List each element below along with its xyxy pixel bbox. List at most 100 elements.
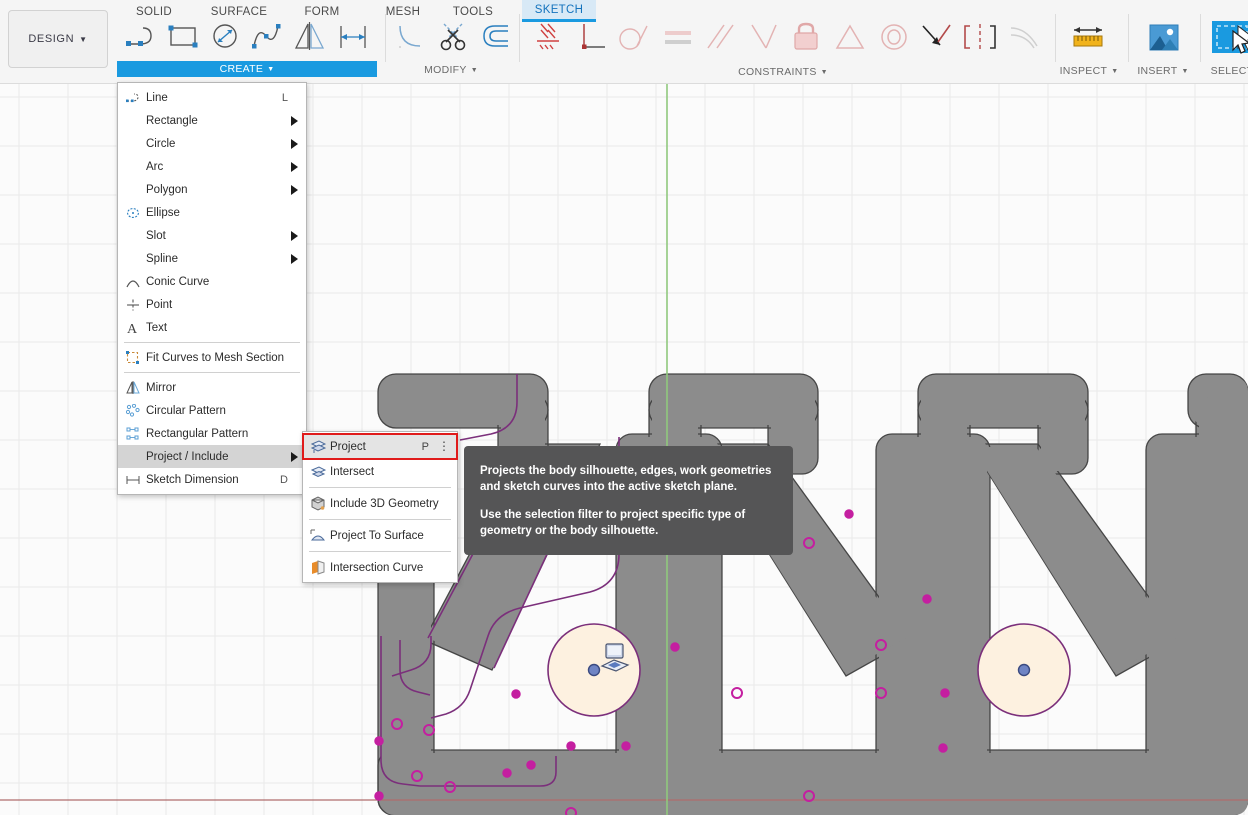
menu-item-ellipse[interactable]: Ellipse xyxy=(118,201,306,224)
menu-item-slot[interactable]: Slot xyxy=(118,224,306,247)
menu-item-spline[interactable]: Spline xyxy=(118,247,306,270)
submenu-item-project[interactable]: Project P ⋮ xyxy=(302,433,458,460)
create-dropdown-menu[interactable]: Line L Rectangle Circle Arc Polygon Elli… xyxy=(117,82,307,495)
chevron-down-icon: ▼ xyxy=(267,65,275,73)
spline-icon[interactable] xyxy=(248,18,288,56)
menu-separator xyxy=(124,372,300,373)
menu-item-label: Spline xyxy=(146,252,178,265)
panel-inspect[interactable]: INSPECT ▼ xyxy=(1055,64,1123,78)
menu-item-label: Rectangle xyxy=(146,114,198,127)
menu-item-label: Polygon xyxy=(146,183,188,196)
submenu-separator xyxy=(309,487,451,488)
menu-item-label: Rectangular Pattern xyxy=(146,427,249,440)
offset-icon[interactable] xyxy=(478,18,518,56)
menu-item-text[interactable]: A Text xyxy=(118,316,306,339)
menu-item-label: Circle xyxy=(146,137,176,150)
menu-item-point[interactable]: Point xyxy=(118,293,306,316)
intersection-curve-icon xyxy=(310,560,330,575)
panel-create[interactable]: CREATE ▼ xyxy=(117,61,377,77)
project-icon xyxy=(310,439,330,454)
sketch-dimension-icon xyxy=(126,474,146,486)
submenu-item-intersect[interactable]: Intersect xyxy=(303,459,457,484)
submenu-arrow-icon xyxy=(291,185,298,195)
submenu-separator xyxy=(309,519,451,520)
menu-item-conic-curve[interactable]: Conic Curve xyxy=(118,270,306,293)
rectangular-pattern-icon xyxy=(126,427,146,440)
menu-item-fit-curves-to-mesh-section[interactable]: Fit Curves to Mesh Section xyxy=(118,346,306,369)
vertical-horizontal-icon[interactable] xyxy=(572,18,612,56)
symmetry-icon[interactable] xyxy=(960,18,1000,56)
menu-item-label: Project / Include xyxy=(146,450,229,463)
chevron-down-icon: ▼ xyxy=(1111,67,1119,75)
workspace-switcher-label: DESIGN xyxy=(28,33,75,45)
circle-icon[interactable] xyxy=(206,18,246,56)
submenu-item-project-to-surface[interactable]: Project To Surface xyxy=(303,523,457,548)
trim-icon[interactable] xyxy=(434,18,474,56)
panel-modify[interactable]: MODIFY ▼ xyxy=(392,62,510,78)
curvature-icon[interactable] xyxy=(1004,18,1044,56)
menu-item-line[interactable]: Line L xyxy=(118,86,306,109)
equal-icon[interactable] xyxy=(658,18,698,56)
menu-item-label: Mirror xyxy=(146,381,177,394)
panel-constraints[interactable]: CONSTRAINTS ▼ xyxy=(700,64,866,80)
chevron-down-icon: ▼ xyxy=(820,68,828,76)
fit-curves-icon xyxy=(126,351,146,364)
insert-image-icon[interactable] xyxy=(1144,18,1184,56)
measure-ruler-icon[interactable] xyxy=(1068,18,1108,56)
menu-item-label: Arc xyxy=(146,160,164,173)
submenu-arrow-icon xyxy=(291,162,298,172)
collinear-icon[interactable] xyxy=(916,18,956,56)
hole-right xyxy=(977,623,1071,717)
menu-item-sketch-dimension[interactable]: Sketch Dimension D xyxy=(118,468,306,491)
line-icon xyxy=(126,92,146,104)
menu-item-label: Ellipse xyxy=(146,206,180,219)
submenu-arrow-icon xyxy=(291,116,298,126)
menu-item-shortcut: L xyxy=(281,91,288,104)
chevron-down-icon: ▼ xyxy=(79,34,88,44)
line-icon[interactable] xyxy=(122,18,162,56)
sketch-dimension-icon[interactable] xyxy=(334,18,374,56)
menu-item-rectangular-pattern[interactable]: Rectangular Pattern xyxy=(118,422,306,445)
chevron-down-icon: ▼ xyxy=(1181,67,1189,75)
project-to-surface-icon xyxy=(310,528,330,543)
fusion360-window: 25 DESIGN ▼ SOLID SURFACE FORM MESH TOOL… xyxy=(0,0,1248,815)
rectangle-icon[interactable] xyxy=(164,18,204,56)
menu-item-label: Slot xyxy=(146,229,166,242)
menu-item-rectangle[interactable]: Rectangle xyxy=(118,109,306,132)
menu-item-label: Sketch Dimension xyxy=(146,473,239,486)
ellipse-icon xyxy=(126,207,146,219)
panel-insert[interactable]: INSERT ▼ xyxy=(1130,64,1196,78)
menu-item-polygon[interactable]: Polygon xyxy=(118,178,306,201)
menu-item-label: Circular Pattern xyxy=(146,404,226,417)
menu-item-circular-pattern[interactable]: Circular Pattern xyxy=(118,399,306,422)
hole-center-point xyxy=(587,663,601,677)
menu-item-label: Text xyxy=(146,321,168,334)
conic-curve-icon xyxy=(126,276,146,288)
submenu-arrow-icon xyxy=(291,231,298,241)
submenu-item-include-3d-geometry[interactable]: Include 3D Geometry xyxy=(303,491,457,516)
fillet-icon[interactable] xyxy=(392,18,432,56)
chevron-down-icon: ▼ xyxy=(470,66,478,74)
svg-text:A: A xyxy=(127,322,138,334)
intersect-icon xyxy=(310,464,330,479)
fix-lock-icon[interactable] xyxy=(786,18,826,56)
menu-item-arc[interactable]: Arc xyxy=(118,155,306,178)
mirror-icon[interactable] xyxy=(290,18,330,56)
parallel-icon[interactable] xyxy=(700,18,740,56)
tooltip-paragraph-1: Projects the body silhouette, edges, wor… xyxy=(480,465,772,493)
panel-select[interactable]: SELECT xyxy=(1202,64,1248,78)
overflow-menu-icon[interactable]: ⋮ xyxy=(438,440,450,452)
menu-item-circle[interactable]: Circle xyxy=(118,132,306,155)
menu-item-mirror[interactable]: Mirror xyxy=(118,376,306,399)
submenu-item-label: Project xyxy=(330,440,366,453)
project-include-submenu[interactable]: Project P ⋮ Intersect Include 3D Geometr… xyxy=(302,431,458,583)
text-icon: A xyxy=(126,321,146,334)
coincident-icon[interactable] xyxy=(528,18,568,56)
submenu-item-intersection-curve[interactable]: Intersection Curve xyxy=(303,555,457,580)
concentric-icon[interactable] xyxy=(874,18,914,56)
tangent-icon[interactable] xyxy=(614,18,654,56)
workspace-switcher-button[interactable]: DESIGN ▼ xyxy=(8,10,108,68)
perpendicular-icon[interactable] xyxy=(744,18,784,56)
midpoint-icon[interactable] xyxy=(830,18,870,56)
menu-item-project-include[interactable]: Project / Include xyxy=(118,445,306,468)
